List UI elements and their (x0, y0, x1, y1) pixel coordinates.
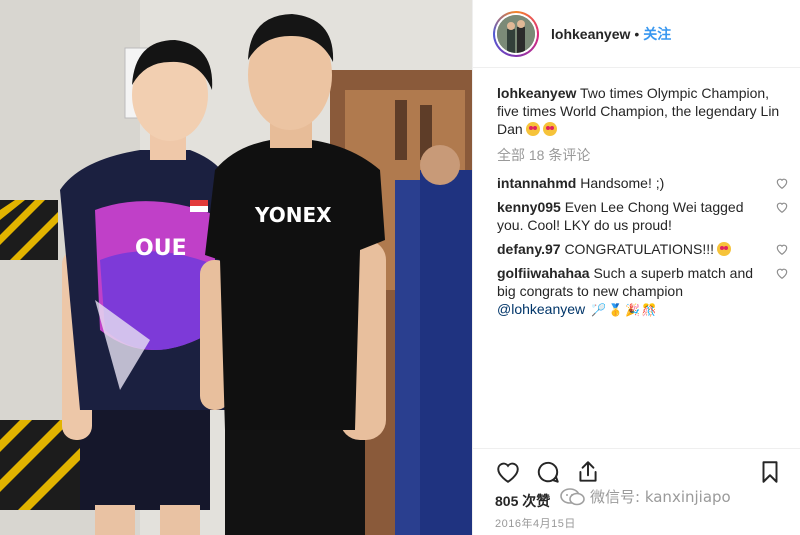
post-header: lohkeanyew • 关注 (473, 0, 800, 68)
comment-item: defany.97 CONGRATULATIONS!!! (497, 240, 789, 258)
heart-eyes-emoji-icon (525, 122, 540, 136)
action-bar (473, 448, 800, 488)
header-username[interactable]: lohkeanyew (551, 26, 630, 42)
bookmark-icon[interactable] (757, 459, 783, 485)
speech-bubble-icon[interactable] (535, 459, 561, 485)
follow-button[interactable]: 关注 (643, 24, 671, 44)
comment-item: golfiiwahahaa Such a superb match and bi… (497, 264, 789, 319)
post-date: 2016年4月15日 (495, 518, 576, 530)
comment-username[interactable]: golfiiwahahaa (497, 265, 590, 281)
story-ring[interactable] (493, 10, 539, 57)
comment-text: Handsome! ;) (580, 175, 665, 191)
jersey-oue-text: OUE (135, 236, 187, 261)
avatar[interactable] (497, 14, 535, 53)
comment-item: kenny095 Even Lee Chong Wei tagged you. … (497, 198, 789, 234)
separator-dot: • (634, 25, 640, 42)
badminton-emoji-icon: 🏸 (591, 303, 606, 317)
yonex-shirt-text: YONEX (254, 203, 332, 227)
comment-username[interactable]: defany.97 (497, 241, 561, 257)
caption-username[interactable]: lohkeanyew (497, 85, 576, 101)
medal-emoji-icon: 🥇 (608, 303, 623, 317)
comment-text: CONGRATULATIONS!!! (564, 241, 715, 257)
wechat-logo-icon (560, 487, 585, 505)
comment-username[interactable]: kenny095 (497, 199, 561, 215)
comment-item: intannahmd Handsome! ;) (497, 174, 789, 192)
comments-section: lohkeanyew Two times Olympic Champion, f… (497, 84, 789, 325)
view-all-comments-link[interactable]: 全部 18 条评论 (497, 146, 789, 164)
comment-username[interactable]: intannahmd (497, 175, 576, 191)
party-popper-emoji-icon: 🎉 (624, 303, 640, 317)
heart-outline-icon[interactable] (495, 459, 521, 485)
comment-like-heart-icon[interactable] (775, 176, 789, 190)
comment-like-heart-icon[interactable] (775, 266, 789, 280)
post-details-panel: lohkeanyew • 关注 lohkeanyew Two times Oly… (472, 0, 800, 535)
photo-illustration: OUE YONEX (0, 0, 472, 535)
share-upload-icon[interactable] (575, 459, 601, 485)
avatar-icon (497, 14, 535, 53)
like-count[interactable]: 805 次赞 (495, 491, 550, 511)
wechat-watermark: 微信号: kanxinjiapo (560, 486, 731, 507)
post-photo[interactable]: OUE YONEX (0, 0, 472, 535)
heart-eyes-emoji-icon (542, 122, 557, 136)
comment-like-heart-icon[interactable] (775, 242, 789, 256)
heart-eyes-emoji-icon (717, 242, 732, 256)
caption: lohkeanyew Two times Olympic Champion, f… (497, 84, 789, 138)
watermark-text: 微信号: kanxinjiapo (590, 488, 731, 506)
comment-like-heart-icon[interactable] (775, 200, 789, 214)
confetti-emoji-icon: 🎊 (641, 303, 657, 317)
comment-mention-link[interactable]: @lohkeanyew (497, 301, 585, 317)
